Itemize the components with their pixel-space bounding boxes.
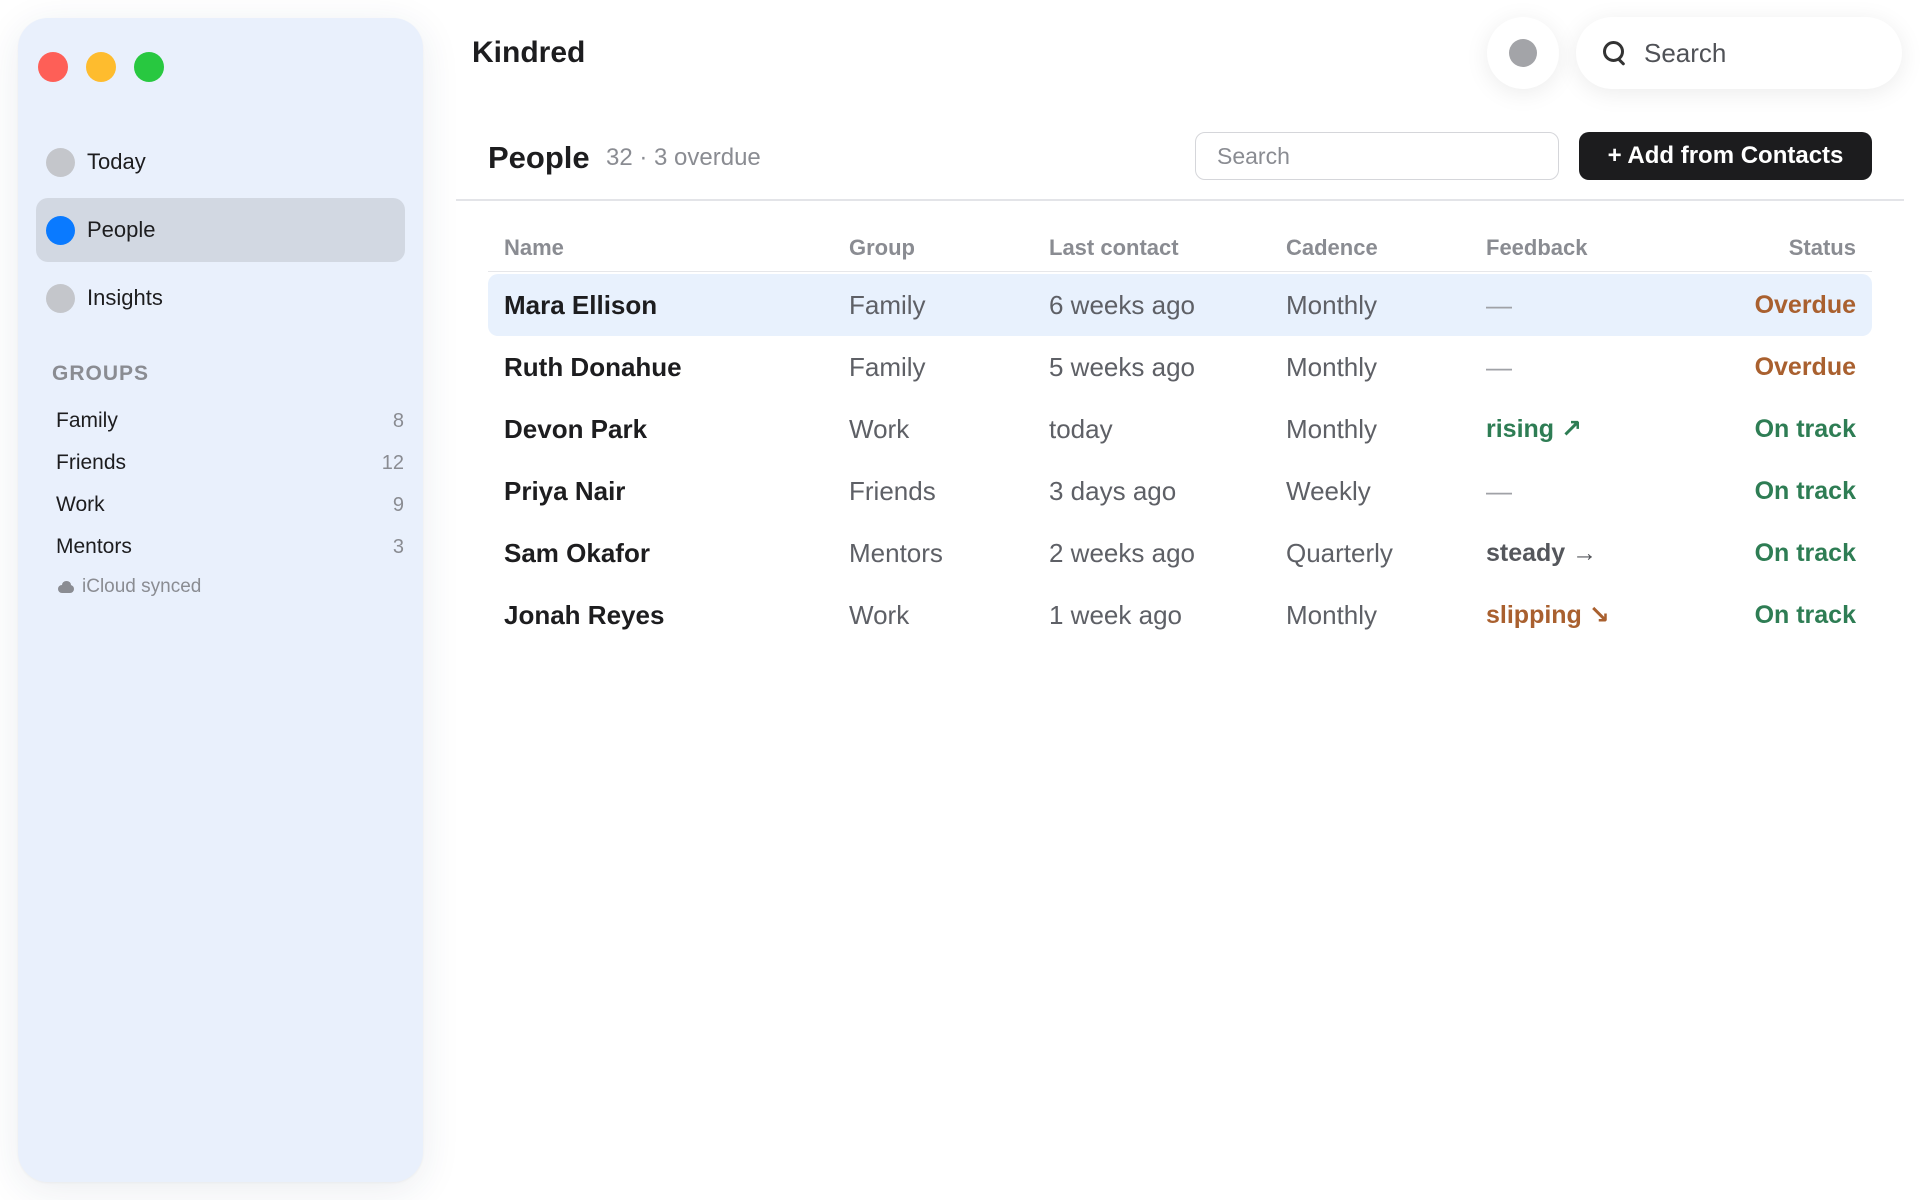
status-badge: Overdue: [1754, 290, 1856, 319]
group-count: 3: [392, 535, 404, 558]
cadence: Monthly: [1286, 413, 1378, 444]
last-contact: 6 weeks ago: [1049, 289, 1195, 320]
sidebar-item-insights[interactable]: Insights: [36, 266, 405, 330]
person-group: Work: [849, 413, 910, 444]
column-header-status[interactable]: Status: [1720, 235, 1872, 261]
global-search[interactable]: Search: [1576, 17, 1902, 89]
person-name: Devon Park: [504, 413, 648, 444]
column-header-group[interactable]: Group: [833, 235, 1033, 261]
person-name: Sam Okafor: [504, 537, 650, 568]
sync-status-text: iCloud synced: [82, 576, 202, 597]
group-count: 12: [381, 451, 404, 474]
table-row[interactable]: Priya Nair Friends 3 days ago Weekly — On tra…: [488, 460, 1872, 522]
group-item-work[interactable]: Work 9: [56, 484, 404, 526]
group-item-family[interactable]: Family 8: [56, 400, 404, 442]
status-badge: On track: [1754, 600, 1856, 629]
groups-heading: GROUPS: [52, 362, 150, 385]
table-row[interactable]: Ruth Donahue Family 5 weeks ago Monthly — Ove…: [488, 336, 1872, 398]
person-name: Jonah Reyes: [504, 599, 665, 630]
sync-status: iCloud synced: [56, 576, 201, 598]
app-title: Kindred: [472, 36, 586, 69]
person-name: Mara Ellison: [504, 289, 658, 320]
groups-list: Family 8 Friends 12 Work 9 Mentors 3: [56, 400, 404, 568]
table-header: Name Group Last contact Cadence Feedback…: [488, 224, 1872, 272]
last-contact: today: [1049, 413, 1113, 444]
last-contact: 5 weeks ago: [1049, 351, 1195, 382]
feedback: steady →: [1486, 538, 1598, 567]
feedback: slipping ↘: [1486, 601, 1610, 629]
feedback: —: [1486, 351, 1512, 382]
sidebar-item-label: People: [87, 217, 156, 242]
column-header-last-contact[interactable]: Last contact: [1033, 235, 1270, 261]
feedback: —: [1486, 475, 1512, 506]
person-group: Mentors: [849, 537, 943, 568]
group-name: Friends: [56, 451, 127, 474]
insights-icon: [46, 283, 75, 313]
search-icon: [1602, 40, 1628, 66]
header-divider: [456, 199, 1904, 201]
sidebar: Today People Insights GROUPS Family 8 Fr…: [18, 18, 423, 1182]
status-toggle-button[interactable]: [1487, 17, 1559, 89]
table-row[interactable]: Jonah Reyes Work 1 week ago Monthly slipping…: [488, 584, 1872, 646]
status-badge: On track: [1754, 476, 1856, 505]
cloud-icon: [56, 581, 76, 593]
global-search-placeholder: Search: [1644, 37, 1727, 68]
cadence: Monthly: [1286, 289, 1378, 320]
group-name: Family: [56, 409, 118, 432]
group-count: 9: [392, 493, 404, 516]
person-group: Family: [849, 289, 926, 320]
group-count: 8: [392, 409, 404, 432]
sidebar-nav: Today People Insights: [36, 130, 405, 334]
people-icon: [46, 215, 75, 245]
table-row[interactable]: Mara Ellison Family 6 weeks ago Monthly — Ove…: [488, 274, 1872, 336]
add-from-contacts-button[interactable]: + Add from Contacts: [1579, 132, 1872, 180]
today-icon: [46, 147, 75, 177]
group-item-friends[interactable]: Friends 12: [56, 442, 404, 484]
minimize-window-button[interactable]: [86, 52, 116, 82]
group-item-mentors[interactable]: Mentors 3: [56, 526, 404, 568]
window-controls: [38, 52, 164, 82]
status-badge: On track: [1754, 538, 1856, 567]
last-contact: 3 days ago: [1049, 475, 1177, 506]
person-name: Priya Nair: [504, 475, 626, 506]
person-name: Ruth Donahue: [504, 351, 682, 382]
sidebar-item-label: Insights: [87, 285, 163, 310]
last-contact: 2 weeks ago: [1049, 537, 1195, 568]
column-header-feedback[interactable]: Feedback: [1470, 235, 1720, 261]
group-name: Work: [56, 493, 105, 516]
status-badge: Overdue: [1754, 352, 1856, 381]
sidebar-item-today[interactable]: Today: [36, 130, 405, 194]
cadence: Quarterly: [1286, 537, 1393, 568]
sidebar-item-label: Today: [87, 149, 146, 174]
status-dot-icon: [1509, 39, 1537, 67]
column-header-cadence[interactable]: Cadence: [1270, 235, 1470, 261]
zoom-window-button[interactable]: [134, 52, 164, 82]
person-group: Work: [849, 599, 910, 630]
people-search-input[interactable]: [1195, 132, 1559, 180]
cadence: Weekly: [1286, 475, 1371, 506]
group-name: Mentors: [56, 535, 132, 558]
cadence: Monthly: [1286, 351, 1378, 382]
feedback: rising ↗: [1486, 415, 1582, 443]
table-row[interactable]: Devon Park Work today Monthly rising ↗ On tra…: [488, 398, 1872, 460]
last-contact: 1 week ago: [1049, 599, 1182, 630]
sidebar-item-people[interactable]: People: [36, 198, 405, 262]
status-badge: On track: [1754, 414, 1856, 443]
cadence: Monthly: [1286, 599, 1378, 630]
column-header-name[interactable]: Name: [488, 235, 833, 261]
table-row[interactable]: Sam Okafor Mentors 2 weeks ago Quarterly ste…: [488, 522, 1872, 584]
feedback: —: [1486, 289, 1512, 320]
table-body: Mara Ellison Family 6 weeks ago Monthly — Ove…: [488, 272, 1872, 646]
page-subtitle: 32 · 3 overdue: [606, 144, 761, 171]
people-table: Name Group Last contact Cadence Feedback…: [488, 224, 1872, 646]
page-title: People: [488, 140, 590, 175]
close-window-button[interactable]: [38, 52, 68, 82]
person-group: Family: [849, 351, 926, 382]
person-group: Friends: [849, 475, 936, 506]
